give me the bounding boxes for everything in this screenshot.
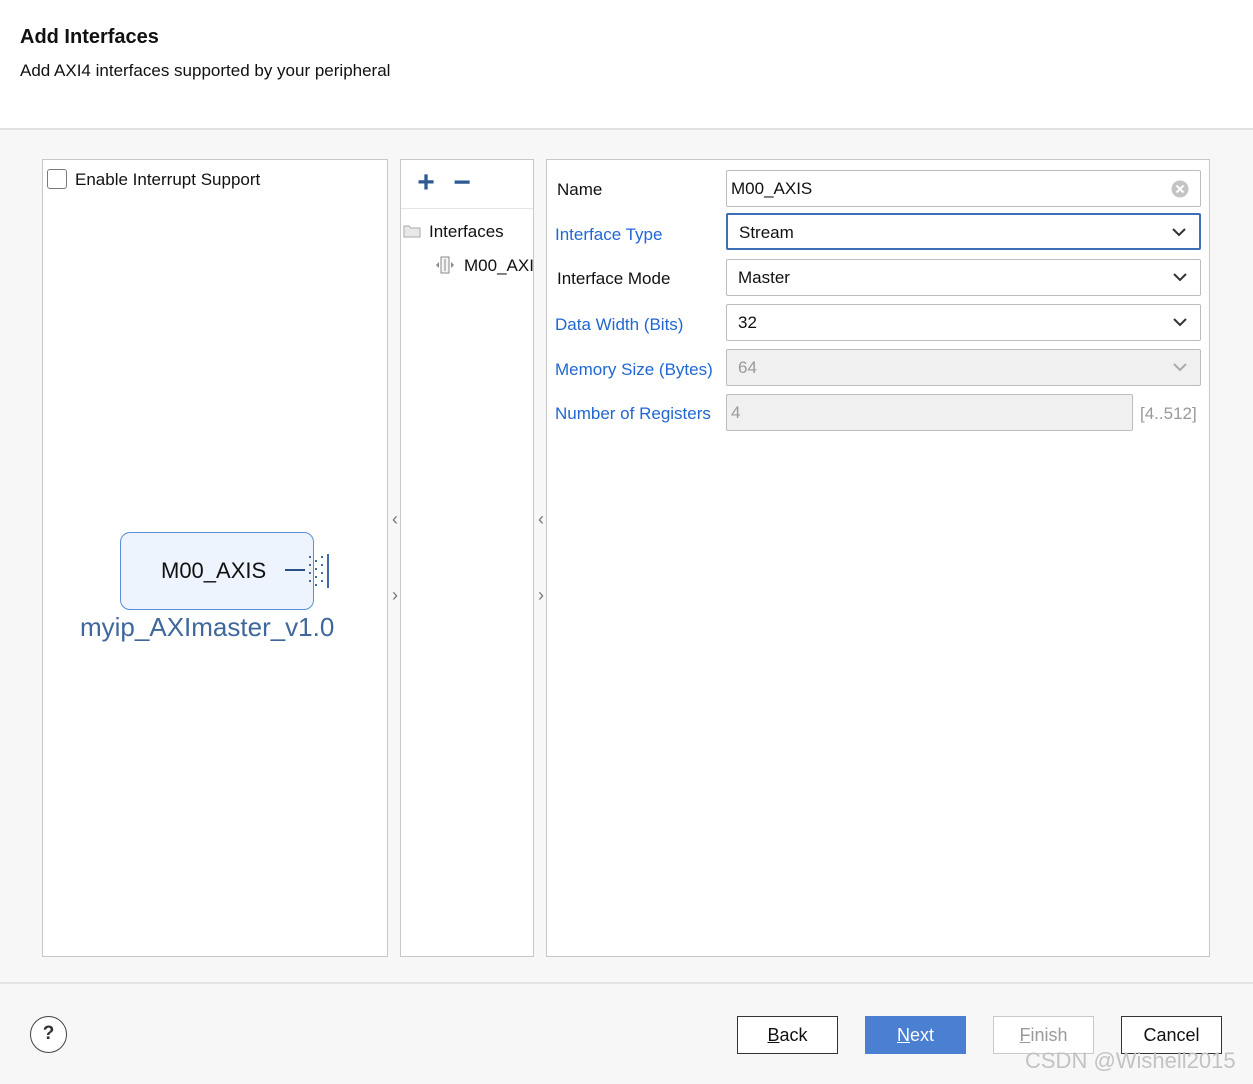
toolbar-divider	[401, 208, 533, 209]
interface-type-value: Stream	[739, 223, 794, 242]
tree-item-m00-axis[interactable]: M00_AXIS	[464, 256, 534, 276]
clear-icon[interactable]	[1170, 179, 1190, 199]
remove-interface-button[interactable]: −	[449, 168, 475, 198]
interfaces-tree-panel: + − Interfaces M00_AXIS	[400, 159, 534, 957]
interface-port-icon	[436, 256, 454, 274]
page-title: Add Interfaces	[20, 26, 159, 48]
name-value: M00_AXIS	[731, 179, 813, 198]
interrupt-support-label[interactable]: Enable Interrupt Support	[75, 170, 260, 190]
chevron-down-icon	[1173, 363, 1187, 372]
chevron-down-icon	[1172, 228, 1186, 237]
page-subtitle: Add AXI4 interfaces supported by your pe…	[20, 61, 391, 80]
memory-size-label: Memory Size (Bytes)	[555, 360, 713, 379]
tree-item-interfaces[interactable]: Interfaces	[429, 222, 504, 242]
num-registers-range: [4..512]	[1140, 404, 1197, 423]
ip-name-label: myip_AXImaster_v1.0	[80, 612, 335, 642]
ip-preview-panel: Enable Interrupt Support M00_AXIS myip_A…	[42, 159, 388, 957]
data-width-label: Data Width (Bits)	[555, 315, 684, 334]
back-button[interactable]: Back	[737, 1016, 838, 1054]
chevron-down-icon	[1173, 318, 1187, 327]
interface-properties-panel: Name M00_AXIS Interface Type Stream Inte…	[546, 159, 1210, 957]
data-width-value: 32	[738, 313, 757, 332]
name-field[interactable]: M00_AXIS	[726, 170, 1201, 207]
ip-port-line	[285, 569, 305, 571]
name-label: Name	[557, 180, 603, 199]
dialog-footer: ? Back Next Finish Cancel CSDN @Wishell2…	[0, 982, 1253, 1084]
ip-port-label: M00_AXIS	[161, 558, 267, 583]
dialog-header: Add Interfaces Add AXI4 interfaces suppo…	[0, 0, 1253, 130]
next-button[interactable]: Next	[865, 1016, 966, 1054]
folder-icon	[403, 225, 421, 238]
interface-mode-label: Interface Mode	[557, 269, 671, 288]
data-width-select[interactable]: 32	[726, 304, 1201, 341]
interrupt-support-checkbox[interactable]	[47, 169, 67, 189]
watermark: CSDN @Wishell2015	[1025, 1048, 1236, 1073]
ip-symbol-block: M00_AXIS	[120, 532, 314, 610]
interface-mode-select[interactable]: Master	[726, 259, 1201, 296]
memory-size-value: 64	[738, 358, 757, 377]
add-interface-button[interactable]: +	[413, 168, 439, 198]
axis-port-icon	[309, 554, 329, 588]
chevron-down-icon	[1173, 273, 1187, 282]
interface-type-select[interactable]: Stream	[726, 213, 1201, 250]
help-button[interactable]: ?	[30, 1016, 67, 1053]
num-registers-label: Number of Registers	[555, 404, 711, 423]
memory-size-select: 64	[726, 349, 1201, 386]
interface-mode-value: Master	[738, 268, 790, 287]
num-registers-field: 4	[726, 394, 1133, 431]
num-registers-value: 4	[731, 403, 741, 422]
interface-type-label: Interface Type	[555, 225, 663, 244]
